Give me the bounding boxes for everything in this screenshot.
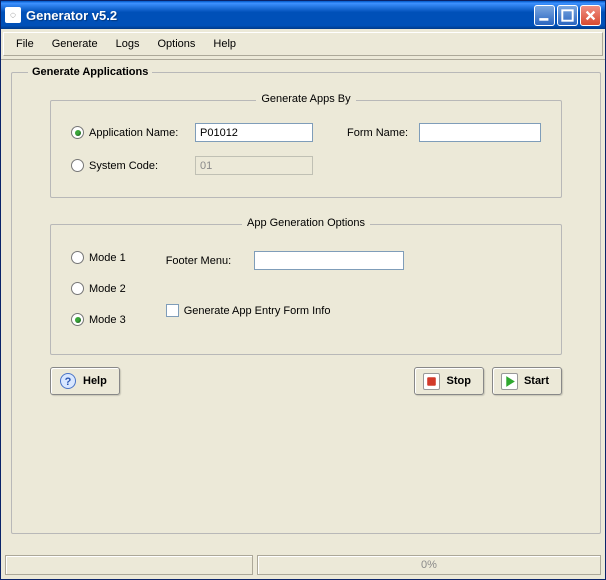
status-left bbox=[5, 555, 253, 575]
stop-button[interactable]: Stop bbox=[414, 367, 483, 395]
label-form-name: Form Name: bbox=[347, 127, 419, 139]
window-title: Generator v5.2 bbox=[26, 8, 534, 23]
row-mode-2: Mode 2 bbox=[71, 282, 126, 295]
label-mode-1[interactable]: Mode 1 bbox=[89, 252, 126, 264]
menubar: File Generate Logs Options Help bbox=[1, 29, 605, 60]
maximize-button[interactable] bbox=[557, 5, 578, 26]
window: ◌ Generator v5.2 File Generate Logs Opti… bbox=[0, 0, 606, 580]
progress-text: 0% bbox=[421, 559, 437, 571]
group-generate-applications-legend: Generate Applications bbox=[28, 66, 152, 78]
input-footer-menu[interactable] bbox=[254, 251, 404, 270]
group-generate-applications: Generate Applications Generate Apps By A… bbox=[11, 66, 601, 534]
stop-icon bbox=[423, 373, 440, 390]
radio-mode-2[interactable] bbox=[71, 282, 84, 295]
label-system-code[interactable]: System Code: bbox=[89, 160, 195, 172]
label-generate-entry[interactable]: Generate App Entry Form Info bbox=[184, 305, 331, 317]
menu-options[interactable]: Options bbox=[149, 36, 203, 52]
stop-button-label: Stop bbox=[446, 375, 470, 387]
row-mode-3: Mode 3 bbox=[71, 313, 126, 326]
progress-bar: 0% bbox=[257, 555, 601, 575]
group-app-generation-options-legend: App Generation Options bbox=[51, 217, 561, 229]
radio-mode-1[interactable] bbox=[71, 251, 84, 264]
radio-system-code[interactable] bbox=[71, 159, 84, 172]
help-button-label: Help bbox=[83, 375, 107, 387]
label-mode-3[interactable]: Mode 3 bbox=[89, 314, 126, 326]
close-button[interactable] bbox=[580, 5, 601, 26]
menubar-inner: File Generate Logs Options Help bbox=[3, 32, 603, 56]
menu-help[interactable]: Help bbox=[205, 36, 244, 52]
input-system-code bbox=[195, 156, 313, 175]
menu-file[interactable]: File bbox=[8, 36, 42, 52]
menu-logs[interactable]: Logs bbox=[108, 36, 148, 52]
group-generate-apps-by-legend: Generate Apps By bbox=[51, 93, 561, 105]
row-system-code: System Code: bbox=[71, 156, 541, 175]
label-application-name[interactable]: Application Name: bbox=[89, 127, 195, 139]
row-generate-entry: Generate App Entry Form Info bbox=[166, 304, 541, 317]
titlebar: ◌ Generator v5.2 bbox=[1, 1, 605, 29]
window-controls bbox=[534, 5, 601, 26]
statusbar: 0% bbox=[1, 552, 605, 579]
modes-container: Mode 1 Mode 2 Mode 3 Footer bbox=[71, 247, 541, 326]
help-icon: ? bbox=[59, 372, 77, 390]
modes-left: Mode 1 Mode 2 Mode 3 bbox=[71, 247, 126, 326]
minimize-button[interactable] bbox=[534, 5, 555, 26]
app-icon: ◌ bbox=[5, 7, 21, 23]
row-application-name: Application Name: Form Name: bbox=[71, 123, 541, 142]
radio-application-name[interactable] bbox=[71, 126, 84, 139]
group-app-generation-options: App Generation Options Mode 1 Mode 2 bbox=[50, 224, 562, 355]
menu-generate[interactable]: Generate bbox=[44, 36, 106, 52]
group-generate-apps-by: Generate Apps By Application Name: Form … bbox=[50, 100, 562, 198]
label-footer-menu: Footer Menu: bbox=[166, 255, 254, 267]
button-bar: ? Help Stop Start bbox=[28, 365, 584, 401]
play-icon bbox=[501, 373, 518, 390]
start-button[interactable]: Start bbox=[492, 367, 562, 395]
row-mode-1: Mode 1 bbox=[71, 251, 126, 264]
radio-mode-3[interactable] bbox=[71, 313, 84, 326]
checkbox-generate-entry[interactable] bbox=[166, 304, 179, 317]
content: Generate Applications Generate Apps By A… bbox=[1, 60, 605, 552]
svg-text:?: ? bbox=[65, 376, 72, 388]
input-form-name[interactable] bbox=[419, 123, 541, 142]
help-button[interactable]: ? Help bbox=[50, 367, 120, 395]
input-application-name[interactable] bbox=[195, 123, 313, 142]
label-mode-2[interactable]: Mode 2 bbox=[89, 283, 126, 295]
start-button-label: Start bbox=[524, 375, 549, 387]
modes-right: Footer Menu: Generate App Entry Form Inf… bbox=[166, 247, 541, 326]
row-footer-menu: Footer Menu: bbox=[166, 251, 541, 270]
